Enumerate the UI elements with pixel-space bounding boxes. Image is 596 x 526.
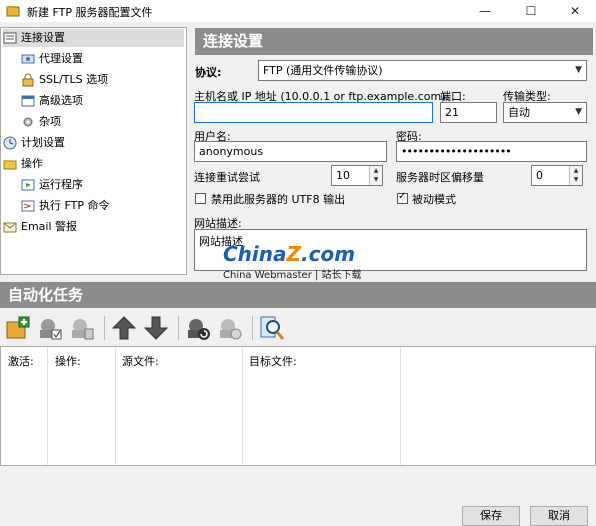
- protocol-select[interactable]: FTP (通用文件传输协议) ▼: [258, 60, 587, 81]
- title-bar: 新建 FTP 服务器配置文件 — ☐ ✕: [0, 0, 596, 22]
- retry-stepper[interactable]: 10 ▲ ▼: [331, 165, 383, 186]
- refresh-icon[interactable]: [184, 314, 212, 342]
- column-divider: [400, 347, 401, 465]
- command-icon: [21, 200, 35, 212]
- spin-buttons[interactable]: ▲ ▼: [369, 166, 382, 185]
- protocol-value: FTP (通用文件传输协议): [263, 64, 383, 77]
- password-input[interactable]: ••••••••••••••••••••: [396, 141, 587, 162]
- tree-item-label: SSL/TLS 选项: [39, 73, 109, 86]
- spin-down-icon[interactable]: ▼: [570, 175, 582, 184]
- email-icon: [3, 222, 17, 233]
- column-divider: [242, 347, 243, 465]
- tree-item-label: 代理设置: [39, 52, 83, 65]
- timezone-label: 服务器时区偏移量: [396, 171, 484, 184]
- panel-heading: 连接设置: [195, 28, 593, 55]
- tree-item-label: 操作: [21, 157, 43, 170]
- move-up-icon[interactable]: [110, 314, 138, 342]
- tree-item-ftp-command[interactable]: 执行 FTP 命令: [21, 197, 109, 215]
- spin-down-icon[interactable]: ▼: [370, 175, 382, 184]
- retry-label: 连接重试尝试: [194, 171, 260, 184]
- task-table[interactable]: 激活: 操作: 源文件: 目标文件:: [0, 346, 596, 466]
- run-icon: [21, 179, 35, 191]
- column-divider: [47, 347, 48, 465]
- chevron-down-icon: ▼: [575, 107, 582, 117]
- tree-item-label: Email 警报: [21, 220, 78, 233]
- spin-up-icon[interactable]: ▲: [370, 166, 382, 175]
- connection-icon: [3, 32, 17, 44]
- disable-icon[interactable]: [216, 314, 244, 342]
- edit-task-icon[interactable]: [36, 314, 64, 342]
- toolbar-separator: [104, 316, 105, 340]
- column-header-source[interactable]: 源文件:: [122, 353, 159, 369]
- toolbar-separator: [178, 316, 179, 340]
- timezone-stepper[interactable]: 0 ▲ ▼: [531, 165, 583, 186]
- host-input[interactable]: [194, 102, 433, 123]
- watermark-brand-b: .com: [301, 242, 356, 266]
- passive-mode-label: 被动模式: [412, 193, 456, 206]
- column-header-active[interactable]: 激活:: [8, 353, 34, 369]
- column-divider: [115, 347, 116, 465]
- tree-item-label: 杂项: [39, 115, 61, 128]
- tree-item-misc[interactable]: 杂项: [21, 113, 61, 131]
- watermark-sub: China Webmaster | 站长下载: [223, 270, 362, 281]
- ssl-icon: [22, 73, 34, 87]
- tree-item-ssl[interactable]: SSL/TLS 选项: [21, 71, 108, 89]
- cancel-button[interactable]: 取消: [530, 506, 588, 526]
- spin-buttons[interactable]: ▲ ▼: [569, 166, 582, 185]
- tree-item-connection[interactable]: 连接设置: [3, 29, 184, 47]
- watermark: ChinaZ.com China Webmaster | 站长下载: [223, 243, 362, 281]
- username-input[interactable]: anonymous: [194, 141, 387, 162]
- toolbar-separator: [252, 316, 253, 340]
- column-header-action[interactable]: 操作:: [55, 353, 81, 369]
- move-down-icon[interactable]: [142, 314, 170, 342]
- delete-task-icon[interactable]: [68, 314, 96, 342]
- tree-item-run-program[interactable]: 运行程序: [21, 176, 83, 194]
- tree-item-label: 高级选项: [39, 94, 83, 107]
- tree-item-label: 连接设置: [21, 31, 65, 44]
- add-task-icon[interactable]: [4, 314, 32, 342]
- column-header-target[interactable]: 目标文件:: [249, 353, 297, 369]
- app-icon: [6, 6, 20, 17]
- transfer-type-value: 自动: [508, 106, 530, 119]
- misc-icon: [23, 117, 33, 127]
- advanced-icon: [21, 95, 35, 107]
- tree-item-proxy[interactable]: 代理设置: [21, 50, 83, 68]
- retry-value: 10: [336, 169, 350, 182]
- tree-item-label: 计划设置: [21, 136, 65, 149]
- close-button[interactable]: ✕: [552, 0, 596, 22]
- timezone-value: 0: [536, 169, 543, 182]
- port-input[interactable]: 21: [440, 102, 497, 123]
- tree-item-label: 运行程序: [39, 178, 83, 191]
- window-title: 新建 FTP 服务器配置文件: [27, 6, 153, 19]
- tree-item-label: 执行 FTP 命令: [39, 199, 110, 212]
- automation-toolbar: [0, 310, 596, 346]
- search-icon[interactable]: [258, 314, 286, 342]
- utf8-label: 禁用此服务器的 UTF8 输出: [211, 193, 346, 206]
- clock-icon: [3, 136, 17, 150]
- watermark-brand-a: China: [223, 242, 287, 266]
- transfer-type-select[interactable]: 自动 ▼: [503, 102, 587, 123]
- proxy-icon: [21, 54, 35, 64]
- chevron-down-icon: ▼: [575, 65, 582, 75]
- protocol-label: 协议:: [195, 66, 222, 79]
- utf8-checkbox[interactable]: [195, 193, 206, 204]
- folder-icon: [3, 160, 17, 170]
- save-button[interactable]: 保存: [462, 506, 520, 526]
- spin-up-icon[interactable]: ▲: [570, 166, 582, 175]
- passive-mode-checkbox[interactable]: [397, 191, 408, 204]
- maximize-button[interactable]: ☐: [508, 0, 554, 22]
- minimize-button[interactable]: —: [462, 0, 508, 22]
- automation-heading: 自动化任务: [0, 282, 596, 308]
- tree-item-email-alert[interactable]: Email 警报: [3, 218, 77, 236]
- settings-tree[interactable]: 连接设置 代理设置 SSL/TLS 选项 高级选项 杂项 计划设置 操作 运行程…: [0, 27, 187, 275]
- tree-item-schedule[interactable]: 计划设置: [3, 134, 65, 152]
- watermark-brand-z: Z: [286, 242, 302, 266]
- tree-item-actions[interactable]: 操作: [3, 155, 43, 173]
- tree-item-advanced[interactable]: 高级选项: [21, 92, 83, 110]
